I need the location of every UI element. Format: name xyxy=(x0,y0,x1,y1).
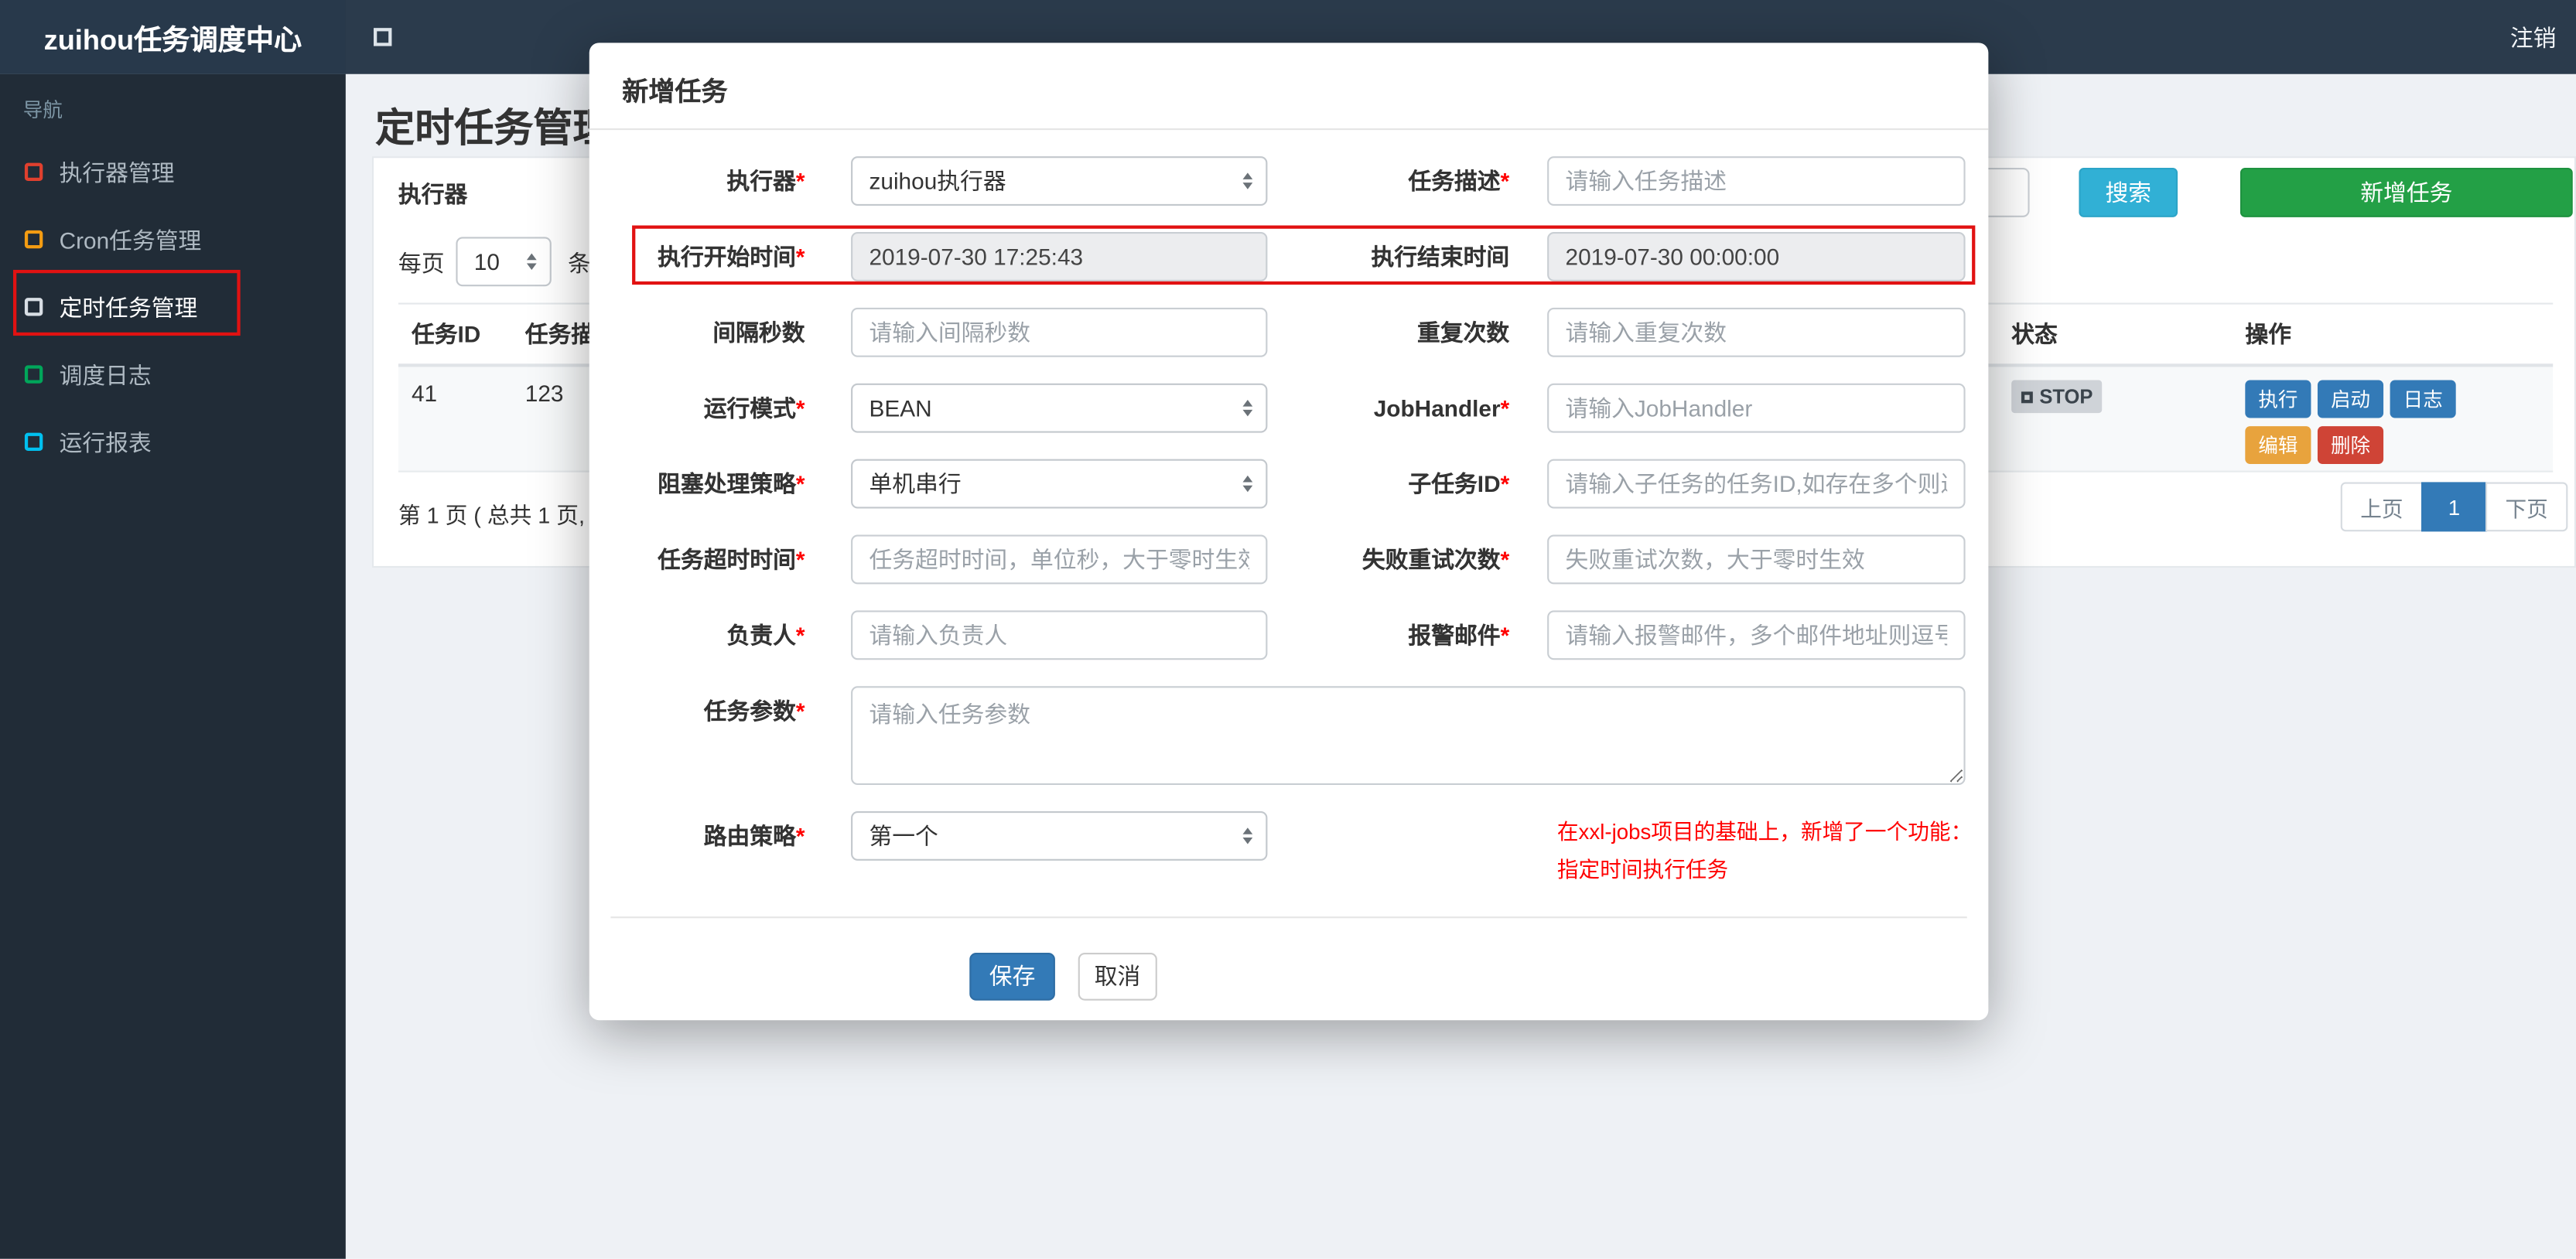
sidebar-item-label: 执行器管理 xyxy=(59,159,175,186)
owner-input[interactable] xyxy=(851,610,1268,660)
executor-label: 执行器* xyxy=(726,168,805,195)
sidebar-item-timed-task-manage[interactable]: 定时任务管理 xyxy=(0,273,346,340)
status-badge-label: STOP xyxy=(2039,384,2093,408)
add-task-modal: 新增任务 执行器* zuihou执行器 任务描述* 执行开始时间* xyxy=(589,43,1989,1021)
sidebar-item-label: 运行报表 xyxy=(59,428,152,455)
select-caret-icon xyxy=(1242,823,1253,849)
table-header-status: 状态 xyxy=(2011,320,2058,347)
sidebar-item-label: Cron任务管理 xyxy=(59,226,202,253)
modal-title: 新增任务 xyxy=(622,79,728,107)
cancel-button[interactable]: 取消 xyxy=(1078,951,1157,1000)
per-page-select-value: 10 xyxy=(473,248,500,275)
alarm-email-input[interactable] xyxy=(1547,610,1966,660)
start-time-input[interactable] xyxy=(851,232,1268,281)
status-badge: STOP xyxy=(2011,380,2103,414)
page-title: 定时任务管理 xyxy=(375,107,613,152)
job-param-label: 任务参数* xyxy=(703,698,805,725)
retry-label: 失败重试次数* xyxy=(1361,546,1510,573)
table-header-task-id: 任务ID xyxy=(411,320,481,347)
sidebar-item-run-report[interactable]: 运行报表 xyxy=(0,408,346,476)
cell-status: STOP xyxy=(1998,367,2232,426)
job-desc-input[interactable] xyxy=(1547,156,1966,206)
feature-note-line1: 在xxl-jobs项目的基础上，新增了一个功能： xyxy=(1556,819,1973,844)
sidebar-toggle-icon[interactable] xyxy=(374,28,392,46)
sidebar: 导航 执行器管理 Cron任务管理 定时任务管理 调度日志 运行报表 xyxy=(0,73,346,1259)
search-button[interactable]: 搜索 xyxy=(2079,168,2178,217)
route-strategy-select-value: 第一个 xyxy=(869,822,938,849)
select-caret-icon xyxy=(1242,471,1253,497)
per-page-select[interactable]: 10 xyxy=(456,237,552,287)
prev-page-button[interactable]: 上页 xyxy=(2340,482,2424,532)
timeout-label: 任务超时时间* xyxy=(658,546,805,573)
child-job-label: 子任务ID* xyxy=(1408,470,1510,497)
run-mode-select[interactable]: BEAN xyxy=(851,383,1268,433)
modal-header: 新增任务 xyxy=(589,43,1989,131)
timeout-input[interactable] xyxy=(851,534,1268,585)
child-job-input[interactable] xyxy=(1547,459,1966,509)
start-time-label: 执行开始时间* xyxy=(658,243,805,270)
add-task-button[interactable]: 新增任务 xyxy=(2239,168,2573,217)
executor-select-value: zuihou执行器 xyxy=(869,168,1006,195)
repeat-input[interactable] xyxy=(1547,307,1966,357)
select-caret-icon xyxy=(1242,168,1253,194)
square-icon xyxy=(24,230,43,249)
cell-actions: 执行 启动 日志 编辑 删除 xyxy=(2232,367,2553,485)
sidebar-item-cron-task-manage[interactable]: Cron任务管理 xyxy=(0,206,346,273)
pagination: 上页 1 下页 xyxy=(2340,482,2568,532)
modal-body: 执行器* zuihou执行器 任务描述* 执行开始时间* 执行结束时间 xyxy=(589,130,1989,1000)
run-mode-select-value: BEAN xyxy=(869,394,932,421)
logout-link[interactable]: 注销 xyxy=(2510,21,2557,54)
square-icon xyxy=(24,298,43,316)
brand-title: zuihou任务调度中心 xyxy=(0,0,346,74)
retry-input[interactable] xyxy=(1547,534,1966,585)
owner-label: 负责人* xyxy=(726,622,805,649)
route-strategy-label: 路由策略* xyxy=(703,822,805,849)
executor-select[interactable]: zuihou执行器 xyxy=(851,156,1268,206)
sidebar-item-label: 定时任务管理 xyxy=(59,293,198,320)
save-button[interactable]: 保存 xyxy=(969,951,1055,1000)
feature-note-line2: 指定时间执行任务 xyxy=(1556,857,1729,882)
log-button[interactable]: 日志 xyxy=(2390,380,2456,418)
select-caret-icon xyxy=(1242,395,1253,421)
end-time-label: 执行结束时间 xyxy=(1371,243,1510,270)
interval-input[interactable] xyxy=(851,307,1268,357)
edit-button[interactable]: 编辑 xyxy=(2245,426,2311,465)
delete-button[interactable]: 删除 xyxy=(2317,426,2384,465)
job-desc-label: 任务描述* xyxy=(1408,168,1510,195)
row-action-buttons: 执行 启动 日志 编辑 删除 xyxy=(2245,380,2475,473)
cell-task-id: 41 xyxy=(411,380,438,407)
route-strategy-select[interactable]: 第一个 xyxy=(851,811,1268,861)
job-param-textarea[interactable] xyxy=(851,686,1966,785)
alarm-email-label: 报警邮件* xyxy=(1408,622,1510,649)
per-page-label: 每页 xyxy=(398,250,445,277)
start-button[interactable]: 启动 xyxy=(2317,380,2384,418)
square-icon xyxy=(24,432,43,452)
block-strategy-label: 阻塞处理策略* xyxy=(658,470,805,497)
run-mode-label: 运行模式* xyxy=(703,394,805,421)
sidebar-section-label: 导航 xyxy=(22,98,63,122)
sidebar-item-schedule-log[interactable]: 调度日志 xyxy=(0,340,346,408)
block-strategy-select-value: 单机串行 xyxy=(869,470,962,497)
square-icon xyxy=(24,162,43,182)
interval-label: 间隔秒数 xyxy=(712,319,805,346)
repeat-label: 重复次数 xyxy=(1417,319,1510,346)
sidebar-item-label: 调度日志 xyxy=(59,361,152,388)
page-1-button[interactable]: 1 xyxy=(2421,482,2488,532)
execute-button[interactable]: 执行 xyxy=(2245,380,2311,418)
sidebar-item-executor-manage[interactable]: 执行器管理 xyxy=(0,138,346,206)
block-strategy-select[interactable]: 单机串行 xyxy=(851,459,1268,509)
job-handler-input[interactable] xyxy=(1547,383,1966,433)
modal-footer: 保存 取消 xyxy=(589,917,1989,1000)
select-caret-icon xyxy=(526,248,537,275)
job-handler-label: JobHandler* xyxy=(1373,394,1510,421)
square-icon xyxy=(24,365,43,384)
table-header-actions: 操作 xyxy=(2245,320,2291,347)
executor-filter-label: 执行器 xyxy=(398,181,468,208)
next-page-button[interactable]: 下页 xyxy=(2485,482,2568,532)
app-viewport: zuihou任务调度中心 注销 导航 执行器管理 Cron任务管理 定时任务管理… xyxy=(0,0,2576,1259)
stop-icon xyxy=(2021,391,2033,403)
feature-note: 在xxl-jobs项目的基础上，新增了一个功能： 指定时间执行任务 xyxy=(1557,811,1972,889)
end-time-input[interactable] xyxy=(1547,232,1966,281)
